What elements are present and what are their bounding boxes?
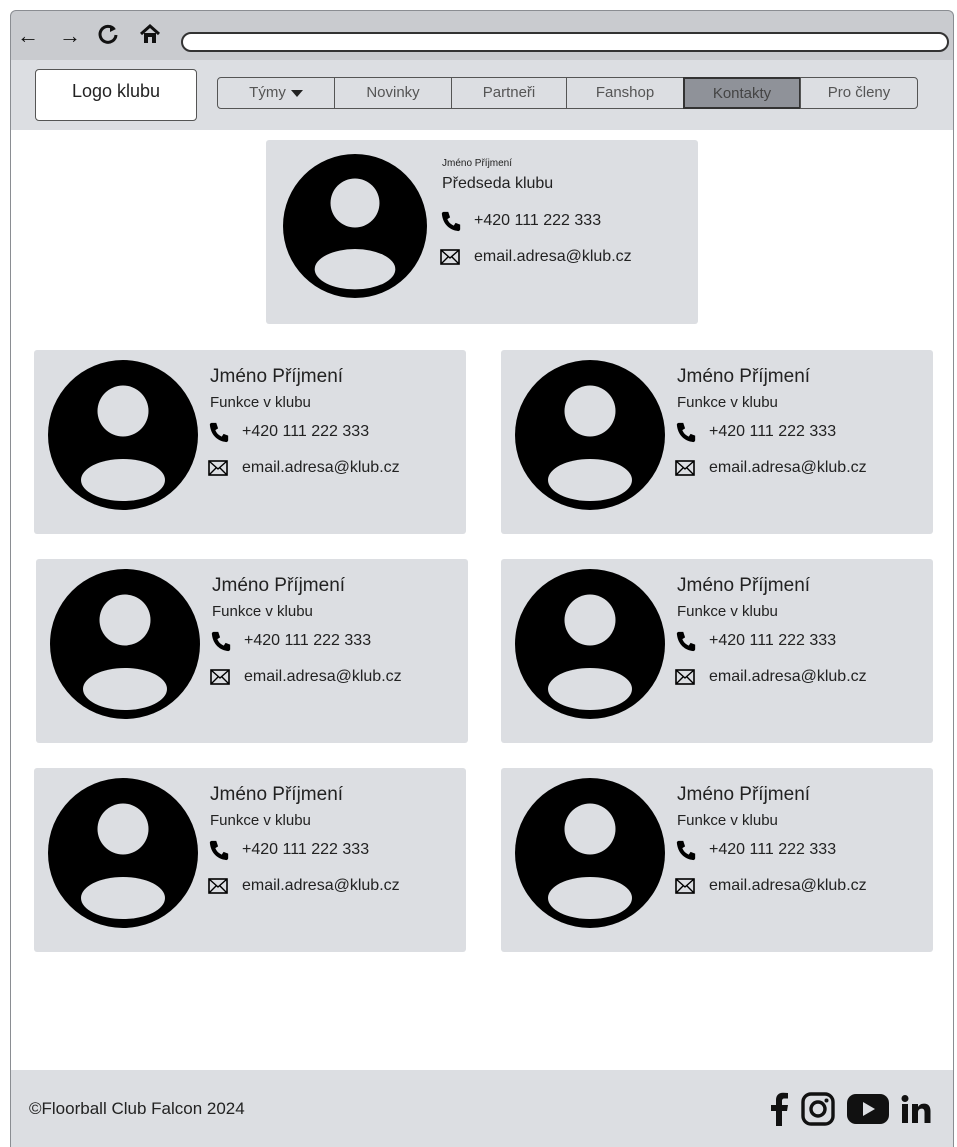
email-address[interactable]: email.adresa@klub.cz [709, 877, 867, 895]
contact-card: Jméno Příjmení Funkce v klubu +420 111 2… [501, 350, 933, 534]
site-header: Logo klubu Týmy Novinky Partneři Fanshop… [10, 60, 954, 130]
menu-item-kontakty[interactable]: Kontakty [683, 77, 801, 109]
contact-name: Jméno Příjmení [677, 575, 811, 596]
email-address[interactable]: email.adresa@klub.cz [474, 248, 632, 266]
contact-email: email.adresa@klub.cz [675, 668, 867, 686]
contact-phone: +420 111 222 333 [208, 839, 369, 861]
phone-number: +420 111 222 333 [709, 841, 837, 858]
contact-phone: +420 111 222 333 [675, 630, 836, 652]
avatar-icon [283, 154, 427, 298]
contact-card: Jméno Příjmení Funkce v klubu +420 111 2… [501, 768, 933, 952]
contact-role: Funkce v klubu [210, 812, 311, 829]
phone-number: +420 111 222 333 [242, 423, 370, 440]
contact-role: Funkce v klubu [212, 603, 313, 620]
phone-icon [209, 840, 229, 861]
phone-number: +420 111 222 333 [709, 423, 837, 440]
phone-icon [676, 840, 696, 861]
avatar-icon [515, 360, 665, 510]
facebook-icon[interactable] [769, 1092, 789, 1126]
avatar-icon [48, 778, 198, 928]
linkedin-icon[interactable] [901, 1095, 931, 1123]
phone-number: +420 111 222 333 [709, 632, 837, 649]
contact-email: email.adresa@klub.cz [675, 459, 867, 477]
instagram-icon[interactable] [801, 1092, 835, 1126]
envelope-icon [675, 669, 695, 685]
chevron-down-icon [290, 89, 303, 97]
email-address[interactable]: email.adresa@klub.cz [709, 668, 867, 686]
phone-icon [441, 211, 461, 232]
contact-role: Předseda klubu [442, 175, 554, 192]
envelope-icon [208, 878, 228, 894]
phone-icon [211, 631, 231, 652]
contact-phone: +420 111 222 333 [440, 210, 601, 232]
contact-name: Jméno Příjmení [212, 575, 346, 596]
menu-item-partneri[interactable]: Partneři [451, 77, 567, 109]
copyright-text: ©Floorball Club Falcon 2024 [29, 1099, 245, 1118]
featured-contact-card: Jméno Příjmení Předseda klubu +420 111 2… [266, 140, 698, 324]
social-links [757, 1092, 931, 1126]
contact-phone: +420 111 222 333 [210, 630, 371, 652]
contact-email: email.adresa@klub.cz [208, 877, 400, 895]
contact-email: email.adresa@klub.cz [210, 668, 402, 686]
phone-number: +420 111 222 333 [474, 212, 602, 229]
contact-name: Jméno Příjmení [442, 158, 513, 169]
main-menu: Týmy Novinky Partneři Fanshop Kontakty P… [217, 77, 918, 111]
menu-item-fanshop[interactable]: Fanshop [566, 77, 684, 109]
contact-phone: +420 111 222 333 [208, 421, 369, 443]
reload-icon[interactable] [97, 23, 119, 51]
phone-icon [209, 422, 229, 443]
email-address[interactable]: email.adresa@klub.cz [242, 459, 400, 477]
browser-toolbar: ← → [10, 10, 954, 60]
contact-name: Jméno Příjmení [677, 784, 811, 805]
avatar-icon [50, 569, 200, 719]
arrow-right-icon[interactable]: → [59, 23, 81, 49]
contact-role: Funkce v klubu [677, 812, 778, 829]
avatar-icon [515, 569, 665, 719]
avatar-icon [48, 360, 198, 510]
email-address[interactable]: email.adresa@klub.cz [709, 459, 867, 477]
menu-item-label: Týmy [249, 84, 286, 101]
menu-item-tymy[interactable]: Týmy [217, 77, 335, 109]
envelope-icon [675, 878, 695, 894]
envelope-icon [440, 249, 460, 265]
contact-name: Jméno Příjmení [677, 366, 811, 387]
phone-number: +420 111 222 333 [242, 841, 370, 858]
envelope-icon [210, 669, 230, 685]
contact-card: Jméno Příjmení Funkce v klubu +420 111 2… [36, 559, 468, 743]
contact-card: Jméno Příjmení Funkce v klubu +420 111 2… [501, 559, 933, 743]
avatar-icon [515, 778, 665, 928]
phone-icon [676, 422, 696, 443]
menu-item-novinky[interactable]: Novinky [334, 77, 452, 109]
envelope-icon [208, 460, 228, 476]
contact-name: Jméno Příjmení [210, 784, 344, 805]
contact-email: email.adresa@klub.cz [208, 459, 400, 477]
phone-icon [676, 631, 696, 652]
home-icon[interactable] [139, 23, 161, 51]
youtube-icon[interactable] [847, 1094, 889, 1124]
email-address[interactable]: email.adresa@klub.cz [244, 668, 402, 686]
contact-role: Funkce v klubu [677, 394, 778, 411]
contact-card: Jméno Příjmení Funkce v klubu +420 111 2… [34, 768, 466, 952]
contact-role: Funkce v klubu [677, 603, 778, 620]
menu-item-pro-cleny[interactable]: Pro členy [800, 77, 918, 109]
site-footer: ©Floorball Club Falcon 2024 [10, 1070, 954, 1147]
contact-email: email.adresa@klub.cz [675, 877, 867, 895]
contact-phone: +420 111 222 333 [675, 421, 836, 443]
address-bar[interactable] [181, 32, 949, 52]
contact-card: Jméno Příjmení Funkce v klubu +420 111 2… [34, 350, 466, 534]
email-address[interactable]: email.adresa@klub.cz [242, 877, 400, 895]
contact-email: email.adresa@klub.cz [440, 248, 632, 266]
envelope-icon [675, 460, 695, 476]
contact-phone: +420 111 222 333 [675, 839, 836, 861]
phone-number: +420 111 222 333 [244, 632, 372, 649]
arrow-left-icon[interactable]: ← [17, 23, 39, 49]
club-logo[interactable]: Logo klubu [35, 69, 197, 121]
contact-name: Jméno Příjmení [210, 366, 344, 387]
contact-role: Funkce v klubu [210, 394, 311, 411]
